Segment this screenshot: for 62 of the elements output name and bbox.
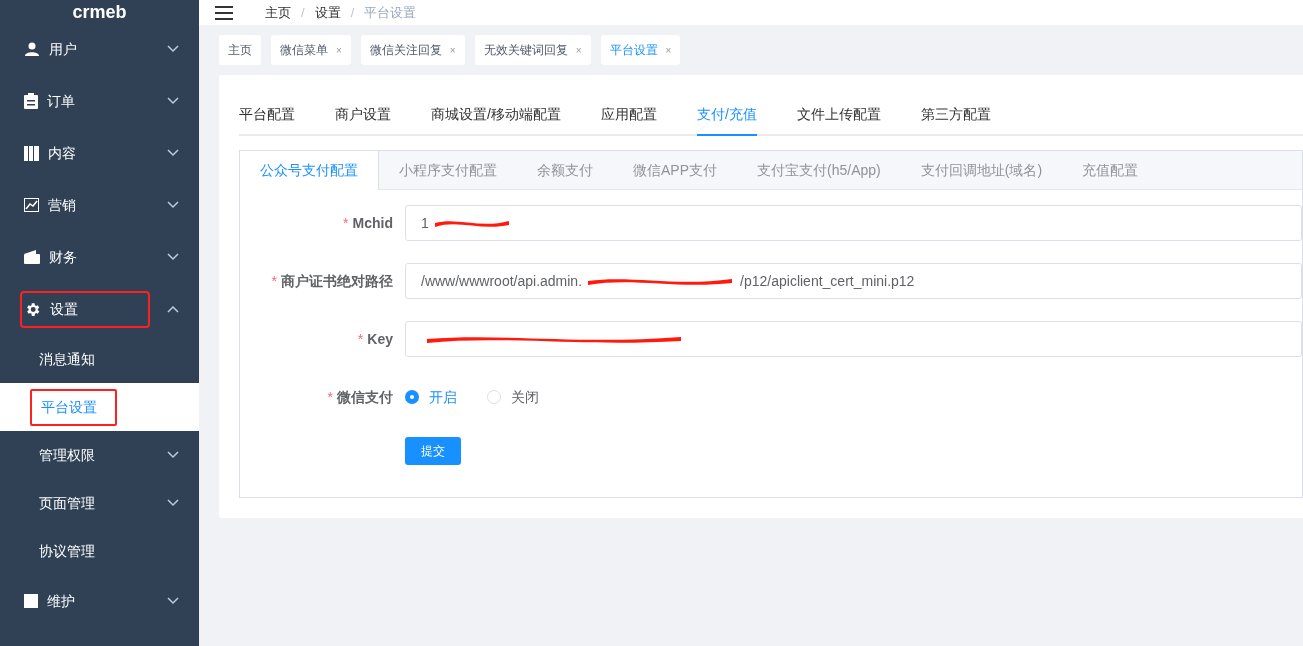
page-tab[interactable]: 无效关键词回复 × bbox=[474, 35, 591, 65]
page-tab[interactable]: 主页 bbox=[219, 35, 261, 65]
sidebar-item[interactable]: 内容 bbox=[0, 127, 199, 179]
book-icon bbox=[24, 145, 39, 161]
sidebar-item[interactable]: 订单 bbox=[0, 75, 199, 127]
field-label: * 微信支付 bbox=[327, 388, 393, 405]
menu-label: 维护 bbox=[47, 591, 75, 611]
menu-label: 订单 bbox=[47, 91, 75, 111]
clipboard-icon bbox=[24, 93, 38, 109]
field-label: * Mchid bbox=[343, 214, 393, 231]
breadcrumb-item: 平台设置 bbox=[364, 3, 417, 22]
sidebar-item[interactable]: 财务 bbox=[0, 231, 199, 283]
chevron-icon bbox=[167, 451, 179, 459]
submenu-item[interactable]: 管理权限 bbox=[0, 431, 199, 479]
input-field[interactable]: /www/wwwroot/api.admin. /p12/apiclient_cert_mini.p12 bbox=[405, 263, 1302, 299]
field-label: * 商户证书绝对路径 bbox=[271, 272, 393, 289]
breadcrumb-item[interactable]: 设置 bbox=[314, 2, 341, 23]
settings-tab[interactable]: 商户设置 bbox=[335, 95, 391, 136]
sidebar-item[interactable]: 维护 bbox=[0, 575, 199, 627]
submenu-item[interactable]: 页面管理 bbox=[0, 479, 199, 527]
input-field[interactable]: 1 bbox=[405, 205, 1302, 241]
input-field[interactable] bbox=[405, 321, 1302, 357]
field-value: 1 bbox=[421, 213, 429, 233]
user-icon bbox=[24, 41, 40, 57]
chart-icon bbox=[24, 198, 39, 212]
menu-label: 财务 bbox=[49, 247, 77, 267]
field-value: /www/wwwroot/api.admin. bbox=[421, 271, 583, 291]
chevron-icon bbox=[167, 45, 179, 53]
square-icon bbox=[24, 594, 38, 608]
settings-tab[interactable]: 平台配置 bbox=[239, 95, 295, 136]
settings-tab[interactable]: 商城设置/移动端配置 bbox=[431, 95, 561, 136]
chevron-icon bbox=[167, 97, 179, 105]
breadcrumb-item[interactable]: 主页 bbox=[265, 2, 291, 23]
settings-tab[interactable]: 应用配置 bbox=[600, 95, 657, 136]
field-label: * Key bbox=[357, 330, 393, 347]
menu-label: 用户 bbox=[49, 39, 77, 59]
settings-tab[interactable]: 第三方配置 bbox=[920, 95, 991, 136]
chevron-icon bbox=[167, 149, 179, 157]
field-value: /p12/apiclient_cert_mini.p12 bbox=[740, 271, 915, 291]
breadcrumb-separator: / bbox=[301, 3, 305, 22]
settings-icon bbox=[24, 300, 41, 318]
submenu-item[interactable]: 协议管理 bbox=[0, 527, 199, 575]
menu-label: 设置 bbox=[50, 299, 78, 319]
settings-tab[interactable]: 文件上传配置 bbox=[796, 95, 881, 136]
radio-option[interactable]: 关闭 bbox=[487, 386, 539, 408]
chevron-icon bbox=[167, 305, 179, 313]
chevron-icon bbox=[167, 499, 179, 507]
menu-label: 内容 bbox=[48, 143, 76, 163]
menu-label: 营销 bbox=[48, 195, 76, 215]
wallet-icon bbox=[24, 250, 40, 264]
sidebar-item[interactable]: 营销 bbox=[0, 179, 199, 231]
logo[interactable]: crmeb bbox=[72, 2, 127, 21]
chevron-icon bbox=[167, 201, 179, 209]
page-tab[interactable]: 微信关注回复 × bbox=[360, 35, 465, 65]
sidebar-item[interactable]: 设置 bbox=[0, 283, 199, 335]
submenu-item[interactable]: 消息通知 bbox=[0, 335, 199, 383]
menu-icon[interactable] bbox=[215, 5, 233, 20]
chevron-icon bbox=[167, 597, 179, 605]
chevron-icon bbox=[167, 253, 179, 261]
sidebar-item[interactable]: 用户 bbox=[0, 23, 199, 75]
breadcrumb-separator: / bbox=[350, 3, 355, 22]
page-tab[interactable]: 微信菜单 × bbox=[271, 35, 351, 65]
